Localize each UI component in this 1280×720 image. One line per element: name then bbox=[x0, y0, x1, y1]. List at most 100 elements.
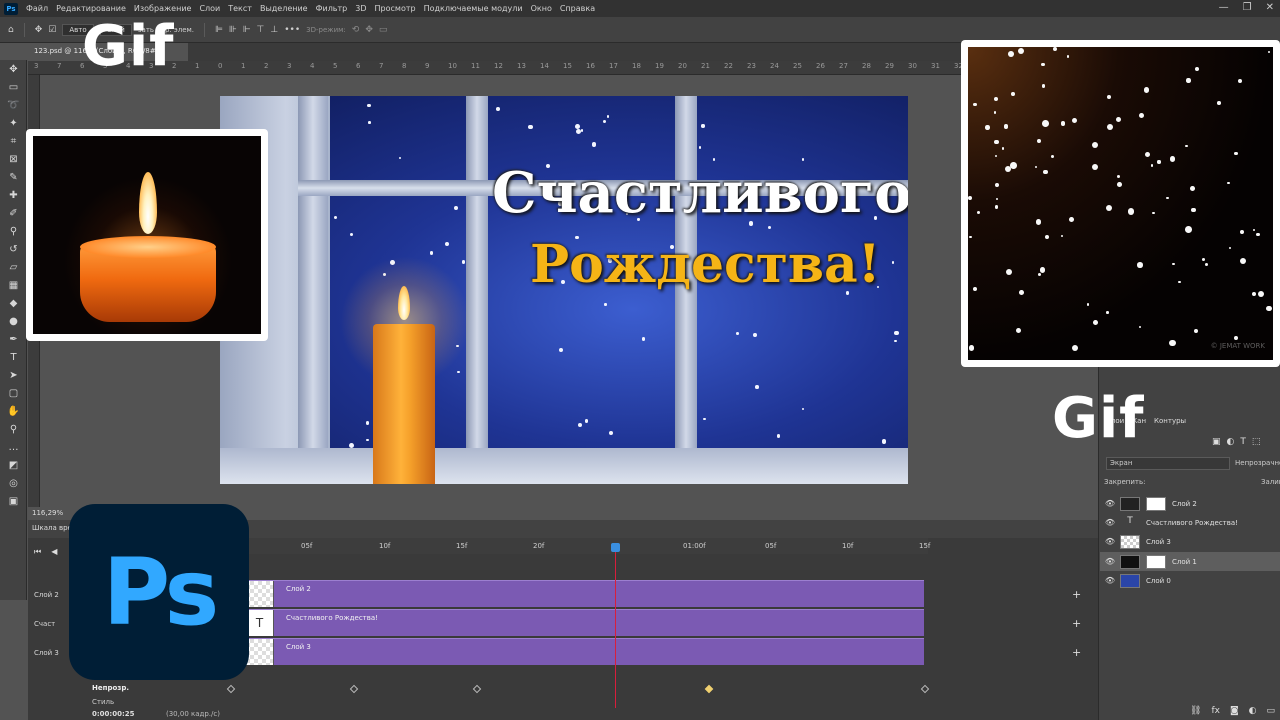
link-layers-icon[interactable]: ⛓ bbox=[1190, 706, 1201, 716]
history-brush-icon[interactable]: ↺ bbox=[0, 240, 27, 258]
path-select-icon[interactable]: ➤ bbox=[0, 366, 27, 384]
more-options-icon[interactable]: ••• bbox=[284, 25, 300, 35]
frame-tool-icon[interactable]: ⊠ bbox=[0, 150, 27, 168]
snowflake bbox=[1227, 181, 1230, 184]
tab-paths[interactable]: Контуры bbox=[1154, 417, 1186, 425]
zoom-tool-icon[interactable]: ⚲ bbox=[0, 420, 27, 438]
snowflake bbox=[1107, 123, 1114, 130]
canvas-artwork[interactable]: Счастливого Рождества! bbox=[220, 96, 908, 484]
artboard-tool-icon[interactable]: ▭ bbox=[0, 78, 27, 96]
align-right-icon[interactable]: ⊩ bbox=[243, 25, 251, 35]
type-layer-icon: T bbox=[1127, 515, 1133, 526]
menu-file[interactable]: Файл bbox=[22, 4, 52, 13]
layer-row[interactable]: 👁 Слой 3 bbox=[1100, 532, 1280, 551]
type-tool-icon[interactable]: T bbox=[0, 348, 27, 366]
quick-mask-icon[interactable]: ◎ bbox=[0, 474, 27, 492]
menu-3d[interactable]: 3D bbox=[351, 4, 370, 13]
add-media-icon[interactable]: + bbox=[1072, 617, 1081, 630]
adjustment-icon[interactable]: ◐ bbox=[1249, 706, 1257, 716]
lasso-tool-icon[interactable]: ➰ bbox=[0, 96, 27, 114]
adjustment-filter-icon[interactable]: ◐ bbox=[1227, 437, 1235, 447]
hand-tool-icon[interactable]: ✋ bbox=[0, 402, 27, 420]
more-tools-icon[interactable]: … bbox=[0, 438, 27, 456]
crop-tool-icon[interactable]: ⌗ bbox=[0, 132, 27, 150]
visibility-eye-icon[interactable]: 👁 bbox=[1100, 499, 1120, 508]
visibility-eye-icon[interactable]: 👁 bbox=[1100, 576, 1120, 585]
menu-view[interactable]: Просмотр bbox=[371, 4, 420, 13]
snowflake bbox=[1234, 152, 1238, 156]
layer-row[interactable]: 👁 Слой 2 bbox=[1100, 494, 1280, 513]
menu-edit[interactable]: Редактирование bbox=[52, 4, 130, 13]
menu-layers[interactable]: Слои bbox=[195, 4, 224, 13]
menu-image[interactable]: Изображение bbox=[130, 4, 196, 13]
align-middle-icon[interactable]: ⊥ bbox=[270, 25, 278, 35]
layer-row-selected[interactable]: 👁 Слой 1 bbox=[1100, 552, 1280, 571]
ps-logo-icon: Ps bbox=[4, 2, 18, 15]
playhead[interactable] bbox=[615, 544, 616, 720]
snowflake bbox=[1053, 47, 1058, 52]
color-swatches-icon[interactable]: ◩ bbox=[0, 456, 27, 474]
menu-type[interactable]: Текст bbox=[224, 4, 256, 13]
fx-icon[interactable]: fx bbox=[1211, 706, 1220, 716]
snowflake bbox=[1036, 219, 1042, 225]
eyedropper-icon[interactable]: ✎ bbox=[0, 168, 27, 186]
orbit-3d-icon[interactable]: ⟲ bbox=[352, 25, 360, 35]
minimize-icon[interactable]: — bbox=[1219, 2, 1229, 13]
type-filter-icon[interactable]: T bbox=[1240, 437, 1246, 447]
timeline-clip[interactable]: T Счастливого Рождества! bbox=[246, 609, 924, 636]
layer-row[interactable]: 👁 Слой 0 bbox=[1100, 571, 1280, 590]
pan-3d-icon[interactable]: ✥ bbox=[365, 25, 373, 35]
snowflake bbox=[577, 422, 582, 427]
visibility-eye-icon[interactable]: 👁 bbox=[1100, 518, 1120, 527]
go-to-first-icon[interactable]: ⏮ bbox=[34, 547, 41, 557]
healing-brush-icon[interactable]: ✚ bbox=[0, 186, 27, 204]
image-filter-icon[interactable]: ▣ bbox=[1212, 437, 1221, 447]
menu-help[interactable]: Справка bbox=[556, 4, 599, 13]
align-center-icon[interactable]: ⊪ bbox=[229, 25, 237, 35]
screen-mode-icon[interactable]: ▣ bbox=[0, 492, 27, 510]
visibility-eye-icon[interactable]: 👁 bbox=[1100, 557, 1120, 566]
blur-tool-icon[interactable]: ◆ bbox=[0, 294, 27, 312]
track-name[interactable]: Слой 2 bbox=[34, 591, 59, 599]
blend-mode-select[interactable]: Экран bbox=[1106, 457, 1230, 470]
playhead-handle[interactable] bbox=[611, 543, 620, 552]
clone-stamp-icon[interactable]: ⚲ bbox=[0, 222, 27, 240]
add-media-icon[interactable]: + bbox=[1072, 588, 1081, 601]
ruler-tick: 17 bbox=[609, 62, 618, 70]
eraser-icon[interactable]: ▱ bbox=[0, 258, 27, 276]
snowflake bbox=[1240, 229, 1245, 234]
menu-select[interactable]: Выделение bbox=[256, 4, 312, 13]
visibility-eye-icon[interactable]: 👁 bbox=[1100, 537, 1120, 546]
previous-frame-icon[interactable]: ◀ bbox=[51, 547, 57, 557]
add-mask-icon[interactable]: ◙ bbox=[1230, 706, 1239, 716]
gradient-tool-icon[interactable]: ▦ bbox=[0, 276, 27, 294]
layer-mask-thumbnail bbox=[1146, 496, 1166, 511]
brush-tool-icon[interactable]: ✐ bbox=[0, 204, 27, 222]
auto-select-checkbox[interactable]: ☑ bbox=[48, 25, 56, 35]
timeline-clip[interactable]: Слой 3 bbox=[246, 638, 924, 665]
layer-row[interactable]: 👁 T Счастливого Рождества! bbox=[1100, 513, 1280, 532]
shape-filter-icon[interactable]: ⬚ bbox=[1252, 437, 1261, 447]
menu-plugins[interactable]: Подключаемые модули bbox=[420, 4, 527, 13]
menu-window[interactable]: Окно bbox=[527, 4, 556, 13]
track-name[interactable]: Счаст bbox=[34, 620, 55, 628]
move-tool-icon[interactable]: ✥ bbox=[35, 25, 43, 35]
track-name[interactable]: Слой 3 bbox=[34, 649, 59, 657]
align-top-icon[interactable]: ⊤ bbox=[257, 25, 265, 35]
rectangle-tool-icon[interactable]: ▢ bbox=[0, 384, 27, 402]
maximize-icon[interactable]: ❐ bbox=[1243, 2, 1252, 13]
pen-tool-icon[interactable]: ✒ bbox=[0, 330, 27, 348]
zoom-readout: 116,29% bbox=[32, 509, 64, 517]
snowflake bbox=[1092, 163, 1099, 170]
menu-filter[interactable]: Фильтр bbox=[312, 4, 352, 13]
move-tool-icon[interactable]: ✥ bbox=[0, 60, 27, 78]
close-icon[interactable]: ✕ bbox=[1266, 2, 1274, 13]
align-left-icon[interactable]: ⊫ bbox=[215, 25, 223, 35]
timeline-clip[interactable]: Слой 2 bbox=[246, 580, 924, 607]
dodge-tool-icon[interactable]: ● bbox=[0, 312, 27, 330]
home-icon[interactable]: ⌂ bbox=[8, 25, 14, 35]
camera-3d-icon[interactable]: ▭ bbox=[379, 25, 388, 35]
magic-wand-icon[interactable]: ✦ bbox=[0, 114, 27, 132]
new-group-icon[interactable]: ▭ bbox=[1267, 706, 1276, 716]
add-media-icon[interactable]: + bbox=[1072, 646, 1081, 659]
